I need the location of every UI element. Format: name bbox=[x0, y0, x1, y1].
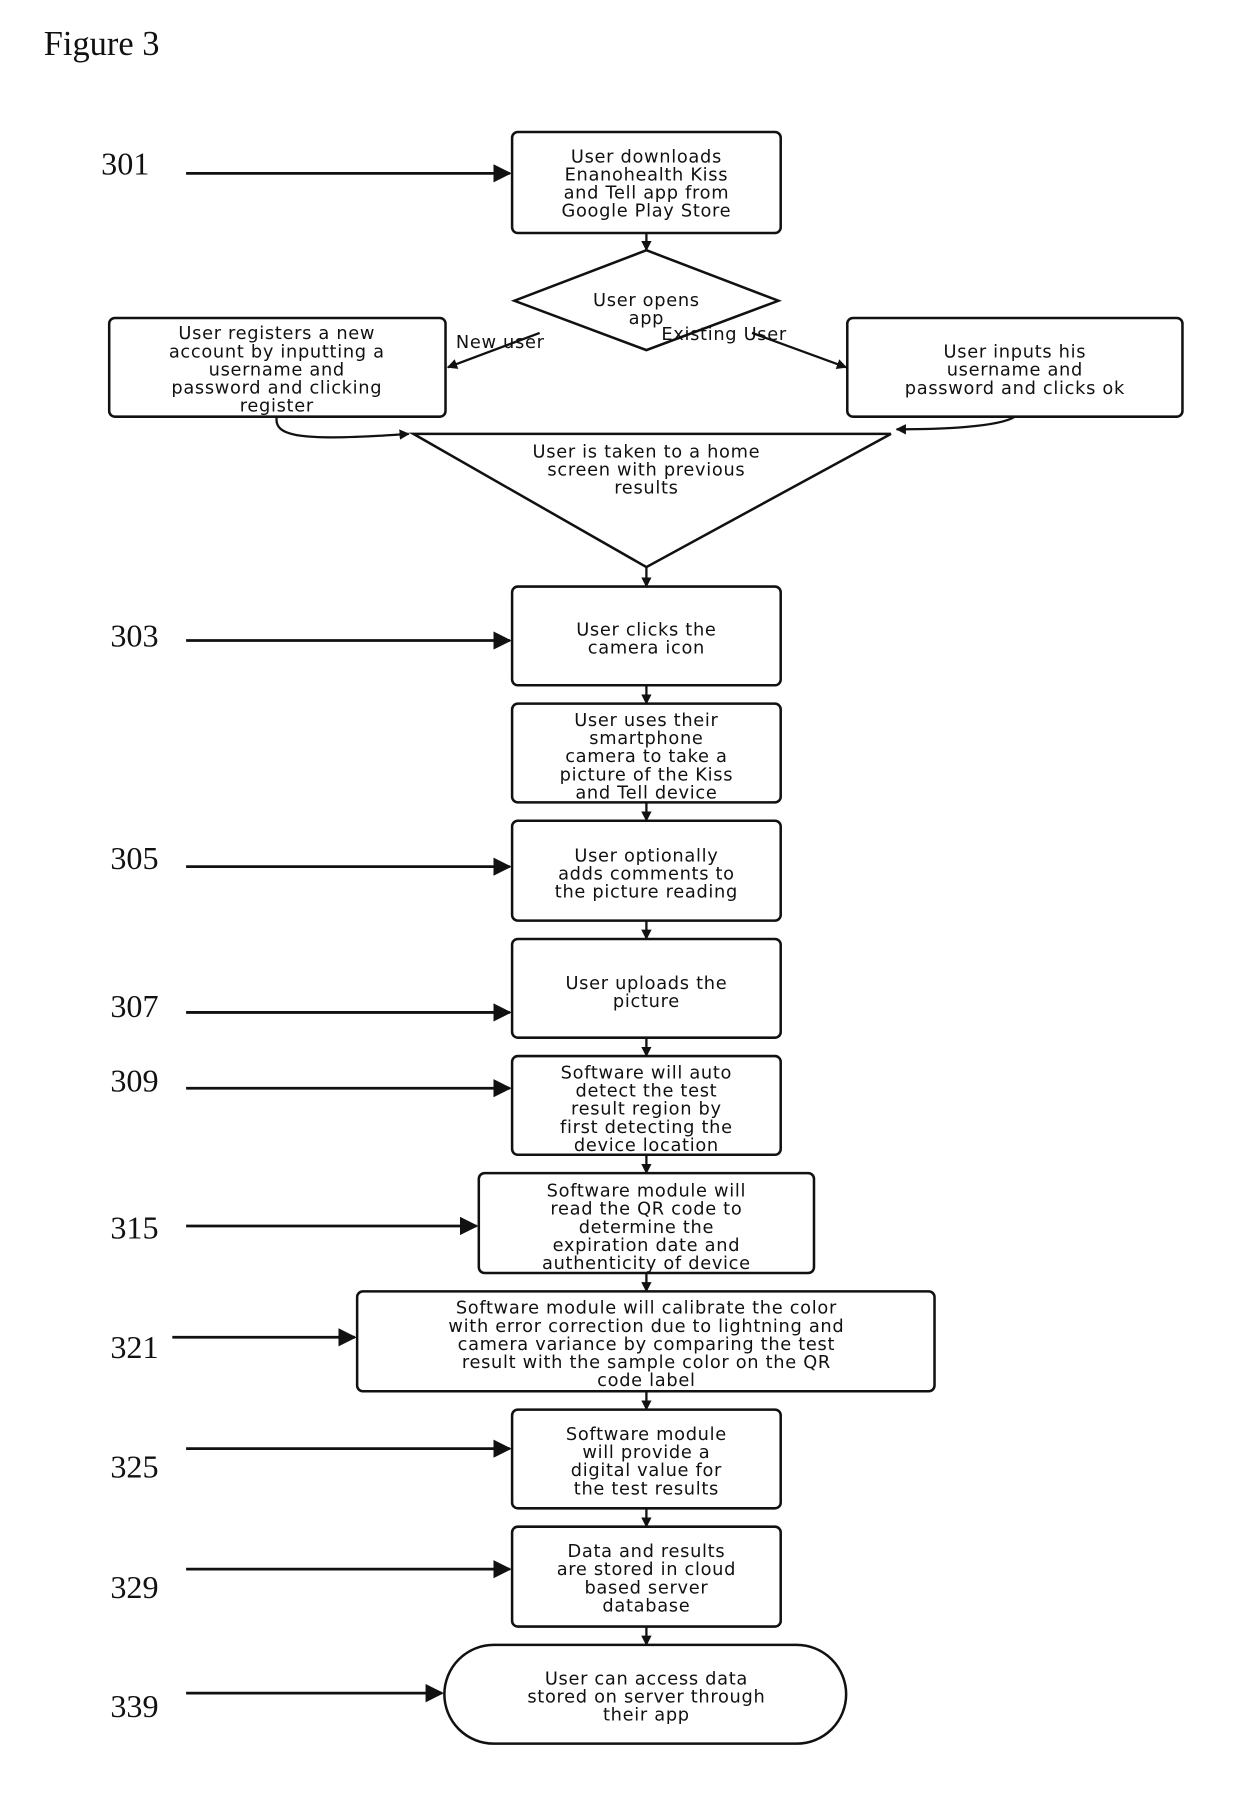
ref-label: 329 bbox=[110, 1569, 158, 1605]
node-auto-detect: Software will auto detect the test result … bbox=[510, 1054, 782, 1157]
node-text-line: register bbox=[240, 396, 314, 417]
node-text-line: picture bbox=[613, 991, 680, 1012]
ref-label: 307 bbox=[110, 988, 158, 1024]
node-login: User inputs his username and password and … bbox=[846, 316, 1184, 418]
ref-label: 303 bbox=[110, 617, 158, 653]
node-text-line: app bbox=[629, 308, 665, 329]
ref-321: 321 bbox=[110, 1328, 357, 1365]
node-camera-icon: User clicks the camera icon bbox=[510, 585, 782, 687]
node-text: User uses their smartphone camera to take … bbox=[560, 710, 734, 804]
node-digital-value: Software module will provide a digital val… bbox=[510, 1408, 782, 1510]
ref-315: 315 bbox=[110, 1210, 479, 1246]
node-text-line: device location bbox=[574, 1135, 719, 1156]
node-take-picture: User uses their smartphone camera to take … bbox=[510, 702, 782, 804]
ref-339: 339 bbox=[110, 1683, 444, 1724]
node-text: User downloads Enanohealth Kiss and Tell a… bbox=[562, 146, 732, 221]
node-access-data: User can access data stored on server thr… bbox=[443, 1643, 848, 1745]
edge-register-home bbox=[275, 416, 410, 440]
node-cloud-store: Data and results are stored in cloud based… bbox=[510, 1525, 782, 1628]
node-text: User clicks the camera icon bbox=[576, 619, 716, 658]
ref-label: 339 bbox=[110, 1688, 158, 1724]
edge-label-existing-user: Existing User bbox=[661, 324, 787, 345]
node-text: Software will auto detect the test result … bbox=[560, 1062, 733, 1156]
node-download: User downloads Enanohealth Kiss and Tell a… bbox=[510, 130, 782, 235]
node-text-line: their app bbox=[603, 1705, 690, 1726]
edge-login-home bbox=[895, 415, 1016, 435]
node-text: Software module will provide a digital val… bbox=[566, 1424, 727, 1499]
ref-301: 301 bbox=[101, 145, 512, 183]
node-upload: User uploads the picture bbox=[510, 937, 782, 1039]
ref-label: 325 bbox=[110, 1448, 158, 1484]
figure-title: Figure 3 bbox=[44, 25, 160, 63]
ref-307: 307 bbox=[110, 988, 512, 1024]
ref-label: 305 bbox=[110, 840, 158, 876]
node-calibrate: Software module will calibrate the color… bbox=[355, 1290, 936, 1393]
node-text-line: camera icon bbox=[588, 637, 705, 658]
ref-label: 301 bbox=[101, 145, 149, 181]
node-text-line: the test results bbox=[574, 1478, 719, 1499]
ref-329: 329 bbox=[110, 1559, 512, 1605]
flowchart: Figure 3 User downloads Enanohealth Kiss a… bbox=[44, 25, 1184, 1745]
ref-309: 309 bbox=[110, 1063, 512, 1099]
ref-305: 305 bbox=[110, 840, 512, 876]
node-comments: User optionally adds comments to the pictu… bbox=[510, 819, 782, 922]
node-text-line: Google Play Store bbox=[562, 201, 732, 222]
edge-label-new-user: New user bbox=[456, 332, 545, 353]
node-text: User optionally adds comments to the pictu… bbox=[555, 845, 738, 902]
ref-label: 321 bbox=[110, 1329, 158, 1365]
node-text-line: results bbox=[614, 478, 678, 499]
node-text-line: the picture reading bbox=[555, 882, 738, 903]
ref-303: 303 bbox=[110, 617, 512, 653]
node-text-line: password and clicks ok bbox=[905, 378, 1125, 399]
node-qr-read: Software module will read the QR code to d… bbox=[477, 1171, 816, 1275]
node-text-line: authenticity of device bbox=[542, 1253, 751, 1274]
ref-325: 325 bbox=[110, 1439, 512, 1484]
ref-label: 309 bbox=[110, 1063, 158, 1099]
node-text-line: database bbox=[602, 1595, 690, 1616]
node-register: User registers a new account by inputting… bbox=[107, 316, 447, 418]
node-home-screen: User is taken to a home screen with previ… bbox=[408, 432, 892, 569]
ref-label: 315 bbox=[110, 1210, 158, 1246]
node-text-line: code label bbox=[597, 1370, 695, 1391]
node-text-line: and Tell device bbox=[575, 782, 717, 803]
